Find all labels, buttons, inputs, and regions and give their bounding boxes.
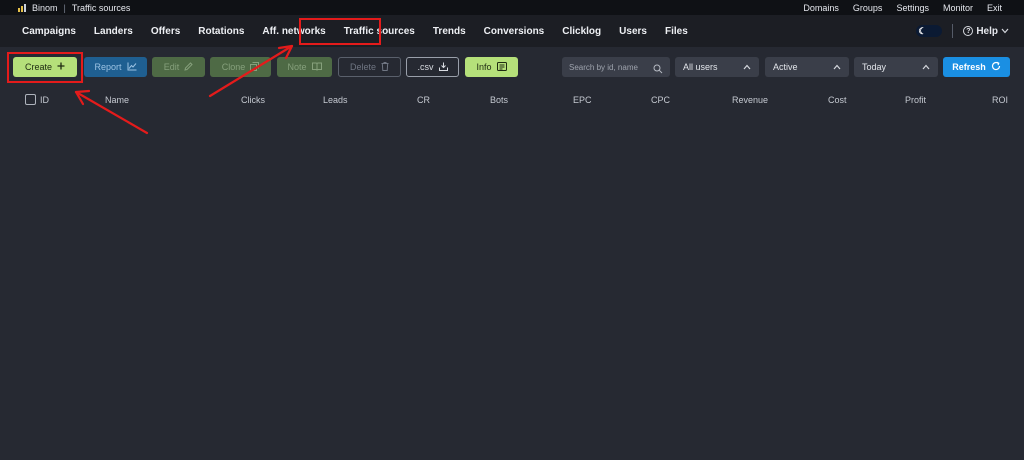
nav-item-files[interactable]: Files — [656, 15, 697, 47]
top-link-settings[interactable]: Settings — [896, 3, 929, 13]
csv-label: .csv — [417, 62, 434, 72]
clone-label: Clone — [221, 62, 246, 72]
refresh-button[interactable]: Refresh — [943, 57, 1010, 77]
clone-button[interactable]: Clone — [210, 57, 271, 77]
pencil-icon — [184, 61, 193, 73]
date-filter-value: Today — [862, 62, 887, 72]
help-menu[interactable]: ? Help — [963, 26, 1009, 37]
column-header-clicks[interactable]: Clicks — [241, 95, 265, 105]
download-icon — [438, 62, 448, 73]
csv-export-button[interactable]: .csv — [406, 57, 459, 77]
trash-icon — [381, 61, 389, 73]
report-label: Report — [94, 62, 122, 72]
column-header-profit[interactable]: Profit — [905, 95, 926, 105]
nav-item-landers[interactable]: Landers — [85, 15, 142, 47]
status-filter-select[interactable]: Active — [765, 57, 849, 77]
column-header-cr[interactable]: CR — [417, 95, 430, 105]
main-nav: Campaigns Landers Offers Rotations Aff. … — [0, 15, 1024, 47]
info-button[interactable]: Info — [465, 57, 518, 77]
column-header-epc[interactable]: EPC — [573, 95, 592, 105]
moon-icon: ☾ — [918, 26, 927, 36]
search-input[interactable] — [569, 62, 655, 72]
brand: Binom | Traffic sources — [0, 3, 130, 13]
column-header-cpc[interactable]: CPC — [651, 95, 670, 105]
nav-item-trends[interactable]: Trends — [424, 15, 475, 47]
top-link-monitor[interactable]: Monitor — [943, 3, 973, 13]
status-filter-value: Active — [773, 62, 798, 72]
nav-divider — [952, 24, 954, 38]
edit-button[interactable]: Edit — [152, 57, 205, 77]
top-link-groups[interactable]: Groups — [853, 3, 883, 13]
users-filter-value: All users — [683, 62, 718, 72]
info-card-icon — [496, 61, 507, 73]
theme-toggle[interactable]: ☾ — [916, 25, 943, 37]
current-page-title: Traffic sources — [71, 2, 131, 13]
delete-label: Delete — [349, 62, 376, 72]
delete-button[interactable]: Delete — [338, 57, 401, 77]
search-field[interactable] — [562, 57, 670, 77]
brand-name: Binom — [32, 2, 58, 13]
nav-item-rotations[interactable]: Rotations — [189, 15, 253, 47]
column-header-bots[interactable]: Bots — [490, 95, 508, 105]
chevron-up-icon — [922, 62, 930, 72]
brand-separator: | — [63, 2, 66, 13]
top-link-exit[interactable]: Exit — [987, 3, 1002, 13]
toolbar: Create Report Edit Clone Note Delete .cs… — [0, 57, 1024, 78]
column-header-name[interactable]: Name — [105, 95, 129, 105]
report-button[interactable]: Report — [84, 57, 147, 77]
book-icon — [311, 62, 322, 73]
help-label: Help — [976, 25, 998, 37]
nav-item-clicklog[interactable]: Clicklog — [553, 15, 610, 47]
traffic-sources-highlight — [299, 18, 381, 45]
nav-item-conversions[interactable]: Conversions — [475, 15, 554, 47]
top-links: Domains Groups Settings Monitor Exit — [803, 3, 1024, 13]
top-link-domains[interactable]: Domains — [803, 3, 839, 13]
note-button[interactable]: Note — [277, 57, 332, 77]
chart-icon — [127, 62, 137, 73]
binom-logo-icon — [18, 3, 26, 12]
edit-label: Edit — [163, 62, 180, 72]
column-header-leads[interactable]: Leads — [323, 95, 348, 105]
nav-item-users[interactable]: Users — [610, 15, 656, 47]
table-header: ID Name Clicks Leads CR Bots EPC CPC Rev… — [0, 92, 1024, 108]
chevron-up-icon — [743, 62, 751, 72]
refresh-icon — [991, 61, 1001, 73]
top-bar: Binom | Traffic sources Domains Groups S… — [0, 0, 1024, 15]
copy-icon — [250, 61, 260, 73]
note-label: Note — [287, 62, 307, 72]
create-button-highlight — [7, 52, 83, 83]
column-header-roi[interactable]: ROI — [992, 95, 1008, 105]
nav-item-campaigns[interactable]: Campaigns — [13, 15, 85, 47]
date-filter-select[interactable]: Today — [854, 57, 938, 77]
refresh-label: Refresh — [952, 62, 986, 72]
select-all-checkbox[interactable] — [25, 94, 36, 105]
question-icon: ? — [963, 26, 974, 36]
users-filter-select[interactable]: All users — [675, 57, 759, 77]
column-header-cost[interactable]: Cost — [828, 95, 847, 105]
chevron-down-icon — [1001, 26, 1009, 37]
search-icon — [653, 61, 663, 79]
column-header-revenue[interactable]: Revenue — [732, 95, 768, 105]
nav-item-offers[interactable]: Offers — [142, 15, 189, 47]
info-label: Info — [476, 62, 492, 72]
column-header-id[interactable]: ID — [40, 95, 49, 105]
chevron-up-icon — [833, 62, 841, 72]
